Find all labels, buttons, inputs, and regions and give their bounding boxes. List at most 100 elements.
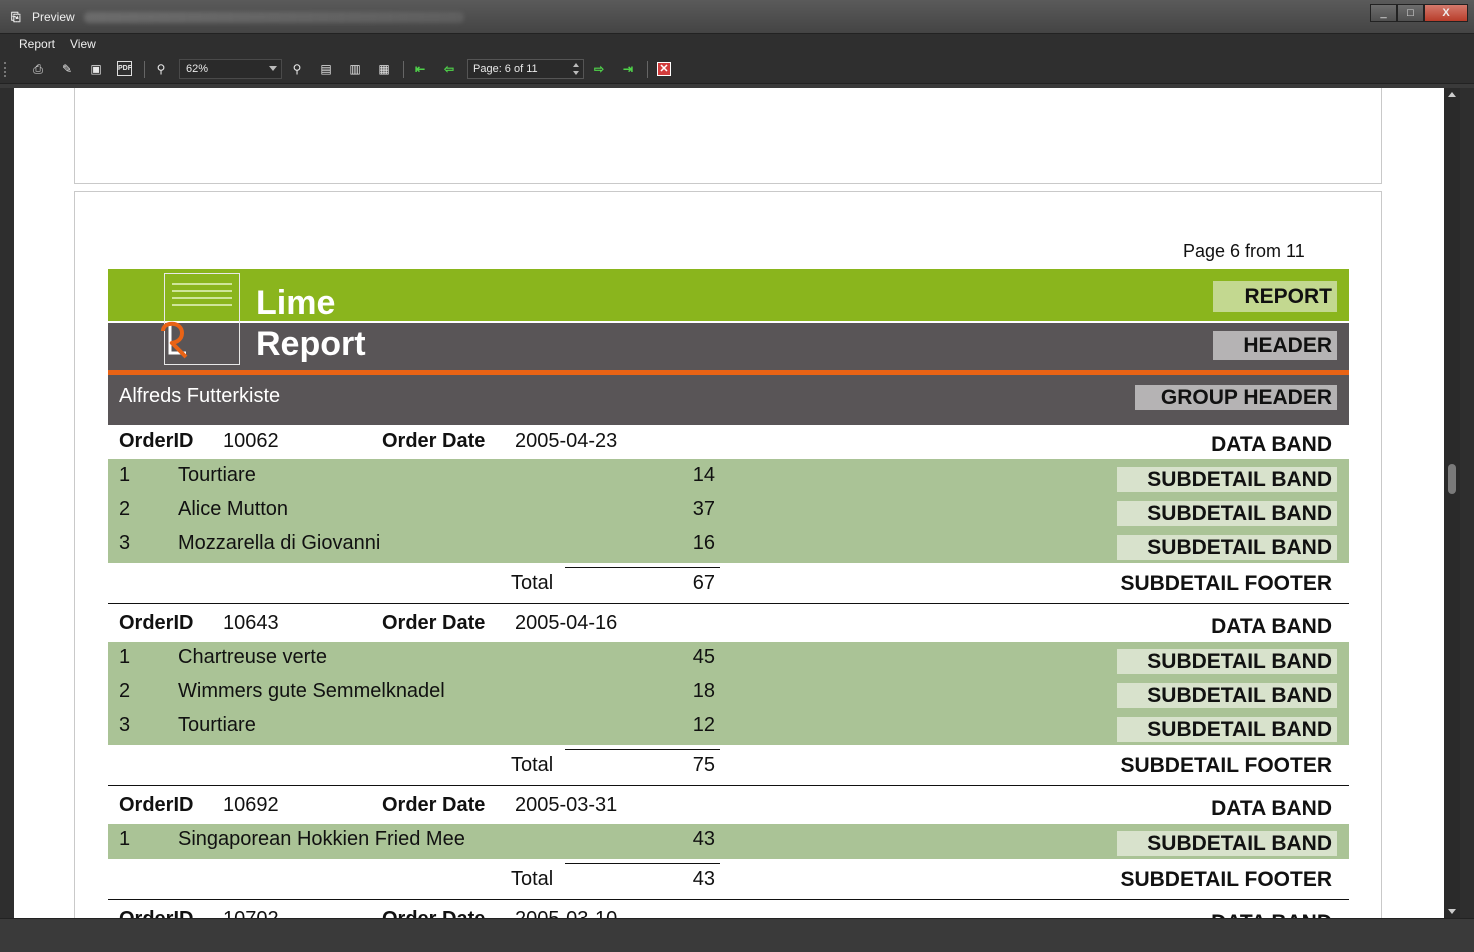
order-date-label: Order Date [382, 612, 486, 634]
toolbar-separator [144, 61, 145, 78]
first-page-icon[interactable]: ⇤ [412, 61, 428, 77]
page-width-icon[interactable]: ▥ [347, 61, 363, 77]
pdf-icon[interactable]: PDF [117, 61, 132, 76]
item-no: 2 [119, 680, 131, 702]
item-product: Mozzarella di Giovanni [178, 532, 381, 554]
maximize-button[interactable]: □ [1397, 4, 1424, 22]
zoom-value: 62% [186, 63, 209, 75]
order-id-value: 10692 [223, 794, 279, 816]
item-product: Singaporean Hokkien Fried Mee [178, 828, 465, 850]
group-customer-name: Alfreds Futterkiste [119, 385, 281, 407]
next-page-icon[interactable]: ⇨ [591, 61, 607, 77]
total-label: Total [511, 868, 554, 890]
order-date-value: 2005-03-31 [515, 794, 618, 816]
close-preview-icon[interactable]: ✕ [657, 62, 671, 76]
scroll-up-icon[interactable] [1448, 92, 1456, 97]
total-rule [565, 863, 720, 864]
item-product: Alice Mutton [178, 498, 289, 520]
total-value: 67 [692, 572, 715, 594]
item-qty: 18 [692, 680, 715, 702]
save-icon[interactable]: ▣ [88, 61, 104, 77]
minimize-button[interactable]: _ [1370, 4, 1397, 22]
item-qty: 16 [692, 532, 715, 554]
band-label-group-header: GROUP HEADER [1135, 385, 1337, 410]
scroll-down-icon[interactable] [1448, 909, 1456, 914]
band-label-subdetail: SUBDETAIL BAND [1117, 717, 1337, 742]
scroll-thumb[interactable] [1448, 464, 1456, 494]
band-label-subdetail: SUBDETAIL BAND [1117, 467, 1337, 492]
band-label-report: REPORT [1213, 281, 1337, 312]
total-label: Total [511, 572, 554, 594]
preview-viewport[interactable]: Page 6 from 11 Lime Report REPORT HEADER… [14, 88, 1444, 918]
report-page: Page 6 from 11 Lime Report REPORT HEADER… [74, 191, 1382, 918]
band-label-subdetail: SUBDETAIL BAND [1117, 683, 1337, 708]
left-gutter [0, 88, 14, 918]
band-label-header: HEADER [1213, 331, 1337, 360]
order-id-value: 10643 [223, 612, 279, 634]
item-no: 1 [119, 646, 131, 668]
app-icon: ⎘ [11, 10, 21, 24]
toolbar-grip[interactable] [4, 62, 6, 77]
status-bar [0, 918, 1474, 952]
item-product: Tourtiare [178, 464, 256, 486]
zoom-in-icon[interactable]: ⚲ [153, 61, 169, 77]
preview-window: ⎘ Preview _ □ X Report View ⎙ ✎ ▣ PDF ⚲ … [0, 0, 1474, 952]
zoom-out-icon[interactable]: ⚲ [289, 61, 305, 77]
page-spinbox[interactable]: Page: 6 of 11 [467, 59, 584, 79]
toolbar: ⎙ ✎ ▣ PDF ⚲ 62% ⚲ ▤ ▥ ▦ ⇤ ⇦ Page: 6 of 1… [0, 55, 1474, 84]
spin-up-icon[interactable] [573, 63, 579, 67]
title-bar[interactable]: ⎘ Preview _ □ X [0, 0, 1474, 34]
item-qty: 45 [692, 646, 715, 668]
previous-page [74, 88, 1382, 184]
item-no: 2 [119, 498, 131, 520]
item-product: Wimmers gute Semmelknadel [178, 680, 445, 702]
order-date-value: 2005-04-23 [515, 430, 618, 452]
logo-document-icon [172, 283, 232, 313]
menu-view[interactable]: View [70, 37, 96, 51]
logo-lr-icon [161, 321, 188, 359]
edit-icon[interactable]: ✎ [59, 61, 75, 77]
band-label-subdetail-footer: SUBDETAIL FOOTER [1120, 754, 1332, 777]
vertical-scrollbar[interactable] [1444, 88, 1460, 918]
order-date-label: Order Date [382, 430, 486, 452]
page-counter: Page 6 from 11 [1183, 241, 1305, 261]
band-label-subdetail-footer: SUBDETAIL FOOTER [1120, 868, 1332, 891]
item-no: 1 [119, 828, 131, 850]
item-qty: 37 [692, 498, 715, 520]
item-product: Chartreuse verte [178, 646, 327, 668]
window-title: Preview [32, 10, 75, 24]
band-label-data: DATA BAND [1175, 911, 1337, 918]
prev-page-icon[interactable]: ⇦ [441, 61, 457, 77]
header-title-lime: Lime [256, 284, 336, 322]
one-page-icon[interactable]: ▤ [318, 61, 334, 77]
title-path-blurred [84, 12, 464, 23]
last-page-icon[interactable]: ⇥ [620, 61, 636, 77]
menu-report[interactable]: Report [19, 37, 55, 51]
spin-down-icon[interactable] [573, 71, 579, 75]
order-id-label: OrderID [119, 908, 193, 918]
toolbar-separator [403, 61, 404, 78]
toolbar-separator [647, 61, 648, 78]
order-separator [108, 785, 1349, 786]
total-value: 43 [692, 868, 715, 890]
band-label-data: DATA BAND [1211, 433, 1332, 456]
item-product: Tourtiare [178, 714, 256, 736]
total-label: Total [511, 754, 554, 776]
order-date-label: Order Date [382, 908, 485, 918]
chevron-down-icon [269, 66, 277, 71]
two-pages-icon[interactable]: ▦ [376, 61, 392, 77]
order-date-label: Order Date [382, 794, 486, 816]
order-id-value: 10062 [223, 430, 279, 452]
header-title-report: Report [256, 325, 366, 363]
close-button[interactable]: X [1424, 4, 1468, 22]
item-qty: 43 [692, 828, 715, 850]
item-qty: 14 [692, 464, 715, 486]
print-icon[interactable]: ⎙ [30, 61, 46, 77]
total-rule [565, 749, 720, 750]
total-rule [565, 567, 720, 568]
zoom-select[interactable]: 62% [179, 59, 282, 79]
order-separator [108, 899, 1349, 900]
band-label-subdetail: SUBDETAIL BAND [1117, 535, 1337, 560]
order-date-value: 2005-04-16 [515, 612, 618, 634]
band-label-subdetail: SUBDETAIL BAND [1117, 501, 1337, 526]
